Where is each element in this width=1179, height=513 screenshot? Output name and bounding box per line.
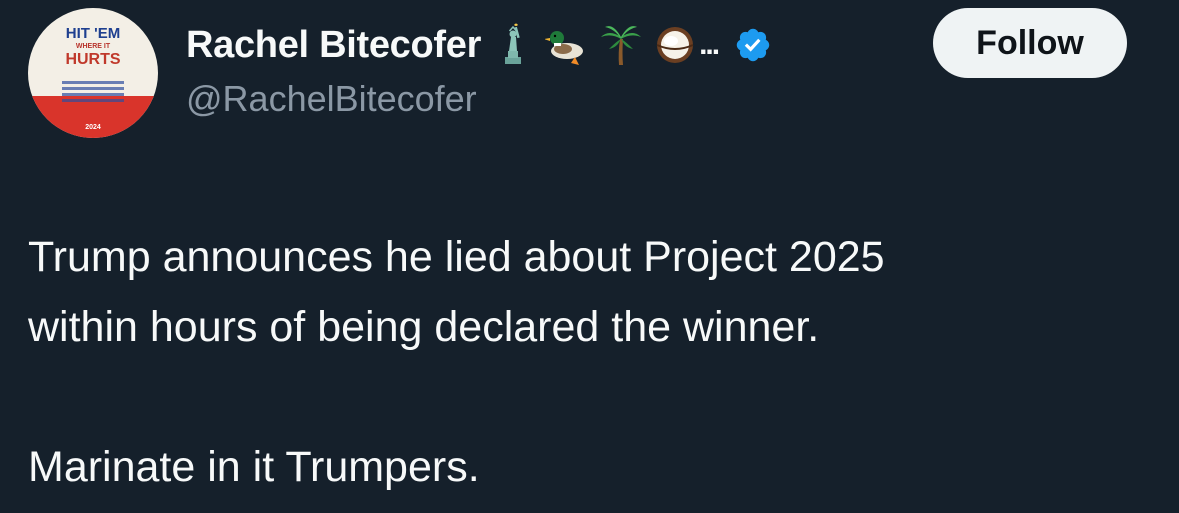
follow-button[interactable]: Follow bbox=[933, 8, 1127, 78]
name-truncation-ellipsis: ... bbox=[699, 28, 720, 61]
avatar-book-title: HIT 'EM WHERE IT HURTS bbox=[58, 26, 128, 68]
statue-of-liberty-icon bbox=[491, 23, 535, 67]
verified-badge-icon[interactable] bbox=[734, 26, 772, 64]
avatar-title-line1: HIT 'EM bbox=[65, 25, 121, 42]
avatar-title-line2: WHERE IT bbox=[75, 43, 111, 50]
coconut-icon bbox=[653, 23, 697, 67]
palm-tree-icon bbox=[599, 23, 643, 67]
user-handle[interactable]: @RachelBitecofer bbox=[186, 78, 477, 120]
display-name[interactable]: Rachel Bitecofer bbox=[186, 24, 481, 67]
avatar[interactable]: HIT 'EM WHERE IT HURTS 2024 bbox=[28, 8, 158, 138]
avatar-title-line3: HURTS bbox=[65, 51, 121, 68]
duck-icon bbox=[545, 23, 589, 67]
tweet-text-line: Trump announces he lied about Project 20… bbox=[28, 233, 885, 281]
tweet-body: Trump announces he lied about Project 20… bbox=[28, 222, 1148, 502]
tweet-text-line: Marinate in it Trumpers. bbox=[28, 443, 480, 491]
display-name-row: Rachel Bitecofer ... bbox=[186, 20, 772, 70]
tweet-text-line: within hours of being declared the winne… bbox=[28, 303, 820, 351]
tweet-card: HIT 'EM WHERE IT HURTS 2024 Rachel Bitec… bbox=[0, 0, 1179, 513]
avatar-subtitle-lines bbox=[62, 78, 124, 105]
avatar-year: 2024 bbox=[85, 124, 101, 131]
